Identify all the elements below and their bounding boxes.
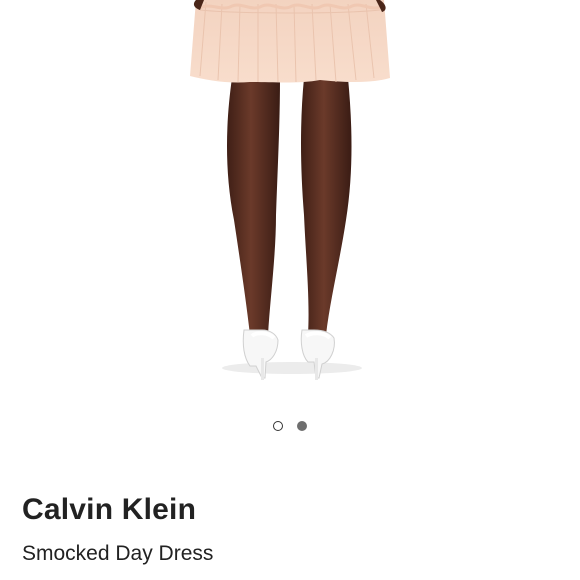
right-leg [301, 78, 352, 335]
product-name: Smocked Day Dress [22, 542, 214, 565]
carousel-dot-1[interactable] [273, 421, 283, 431]
carousel-dot-2-active[interactable] [297, 421, 307, 431]
carousel-indicator [0, 421, 580, 433]
product-photo [190, 0, 390, 380]
brand-name[interactable]: Calvin Klein [22, 492, 196, 528]
left-leg [227, 78, 280, 335]
product-image[interactable] [0, 0, 580, 400]
